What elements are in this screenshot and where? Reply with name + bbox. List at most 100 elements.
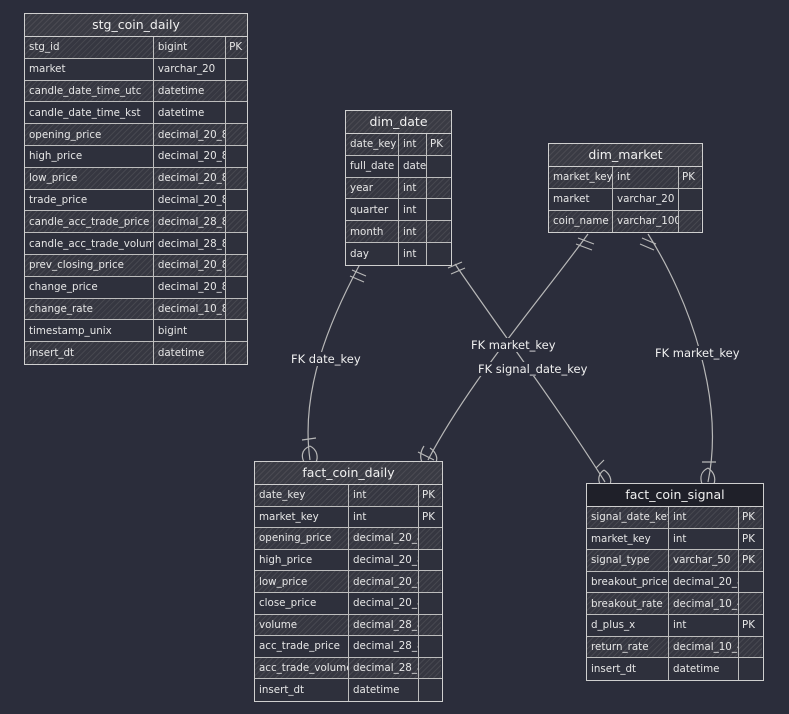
table-row: volume decimal_28_8 xyxy=(255,614,442,637)
column-key: PK xyxy=(419,506,441,528)
column-key xyxy=(427,155,450,177)
column-key xyxy=(226,80,247,102)
column-key xyxy=(419,614,441,636)
table-row: high_price decimal_20_8 xyxy=(25,145,247,168)
column-type: datetime xyxy=(669,658,739,680)
column-key: PK xyxy=(419,485,441,506)
fk-label-signal-date-key: FK signal_date_key xyxy=(476,362,590,376)
table-row: trade_price decimal_20_8 xyxy=(25,189,247,212)
column-type: datetime xyxy=(153,102,227,124)
column-key xyxy=(226,320,247,342)
table-rows: date_key int PK market_key int PK opening_pric… xyxy=(255,485,442,701)
column-key xyxy=(739,658,762,680)
column-type: bigint xyxy=(153,320,227,342)
column-name: coin_name xyxy=(549,210,613,233)
table-row: timestamp_unix bigint xyxy=(25,320,247,343)
column-key xyxy=(679,210,701,233)
column-name: high_price xyxy=(25,145,154,167)
table-fact-coin-signal[interactable]: fact_coin_signal signal_date_key int PK mar… xyxy=(586,483,764,681)
table-row: acc_trade_volume decimal_28_8 xyxy=(255,657,442,680)
column-type: int xyxy=(669,528,739,550)
table-rows: stg_id bigint PK market varchar_20 candle_dat… xyxy=(25,37,247,364)
column-key xyxy=(226,342,247,364)
column-name: month xyxy=(346,221,399,242)
fk-label-market-key-2: FK market_key xyxy=(653,346,742,360)
column-type: int xyxy=(399,199,427,221)
column-key xyxy=(419,528,441,549)
column-name: year xyxy=(346,177,399,199)
column-type: datetime xyxy=(153,342,227,364)
table-row: opening_price decimal_20_8 xyxy=(255,528,442,550)
table-row: candle_acc_trade_volume decimal_28_8 xyxy=(25,233,247,255)
column-key xyxy=(226,276,247,298)
table-title: stg_coin_daily xyxy=(25,14,247,37)
column-key xyxy=(739,593,762,614)
table-fact-coin-daily[interactable]: fact_coin_daily date_key int PK market_key i… xyxy=(254,461,443,702)
column-type: decimal_20_8 xyxy=(153,276,227,298)
fk-label-market-key: FK market_key xyxy=(469,338,558,352)
column-type: decimal_20_8 xyxy=(349,592,419,614)
table-row: month int xyxy=(346,221,451,243)
column-name: breakout_price xyxy=(587,571,669,593)
table-row: d_plus_x int PK xyxy=(587,614,763,637)
column-key: PK xyxy=(739,614,762,636)
column-key: PK xyxy=(739,507,762,528)
column-type: decimal_20_8 xyxy=(153,189,227,211)
column-name: opening_price xyxy=(25,124,154,145)
column-name: breakout_rate xyxy=(587,593,669,614)
column-name: full_date xyxy=(346,155,399,177)
column-key xyxy=(226,233,247,254)
table-row: return_rate decimal_10_4 xyxy=(587,636,763,659)
column-type: int xyxy=(349,485,419,506)
table-title: fact_coin_signal xyxy=(587,484,763,507)
column-type: int xyxy=(349,506,419,528)
column-name: candle_date_time_utc xyxy=(25,80,154,102)
column-type: bigint xyxy=(153,37,227,58)
table-row: market varchar_20 xyxy=(549,188,702,211)
table-row: candle_acc_trade_price decimal_28_8 xyxy=(25,211,247,234)
table-row: quarter int xyxy=(346,199,451,222)
column-key: PK xyxy=(739,528,762,550)
column-key xyxy=(427,177,450,199)
column-name: high_price xyxy=(255,549,349,571)
column-type: int xyxy=(669,507,739,528)
column-type: varchar_100 xyxy=(613,210,679,233)
column-name: return_rate xyxy=(587,636,669,658)
table-stg-coin-daily[interactable]: stg_coin_daily stg_id bigint PK market varch… xyxy=(24,13,248,365)
column-type: decimal_10_8 xyxy=(153,298,227,320)
table-row: change_rate decimal_10_8 xyxy=(25,298,247,321)
column-type: int xyxy=(399,221,427,242)
table-dim-market[interactable]: dim_market market_key int PK market varchar_… xyxy=(548,143,703,234)
column-key xyxy=(226,189,247,211)
column-key xyxy=(226,124,247,145)
column-type: decimal_28_8 xyxy=(153,233,227,254)
column-type: int xyxy=(399,177,427,199)
column-type: int xyxy=(399,242,427,265)
column-name: signal_type xyxy=(587,550,669,571)
column-name: market_key xyxy=(549,167,613,188)
column-type: decimal_28_8 xyxy=(349,657,419,679)
table-row: year int xyxy=(346,177,451,200)
table-row: prev_closing_price decimal_20_8 xyxy=(25,254,247,277)
column-name: volume xyxy=(255,614,349,636)
table-row: opening_price decimal_20_8 xyxy=(25,124,247,146)
column-name: date_key xyxy=(346,134,399,155)
table-rows: signal_date_key int PK market_key int PK signa… xyxy=(587,507,763,680)
column-key xyxy=(226,167,247,189)
table-title: fact_coin_daily xyxy=(255,462,442,485)
table-row: stg_id bigint PK xyxy=(25,37,247,59)
column-key xyxy=(427,221,450,242)
column-type: int xyxy=(613,167,679,188)
column-key: PK xyxy=(679,167,701,188)
column-name: market_key xyxy=(587,528,669,550)
table-rows: market_key int PK market varchar_20 coin_name… xyxy=(549,167,702,233)
table-row: day int xyxy=(346,242,451,265)
column-key xyxy=(419,679,441,701)
table-dim-date[interactable]: dim_date date_key int PK full_date date year i… xyxy=(345,110,452,266)
column-key xyxy=(739,636,762,658)
table-row: breakout_price decimal_20_8 xyxy=(587,571,763,594)
column-name: prev_closing_price xyxy=(25,254,154,276)
column-type: datetime xyxy=(349,679,419,701)
column-type: decimal_10_4 xyxy=(669,593,739,614)
fk-label-date-key: FK date_key xyxy=(289,352,363,366)
